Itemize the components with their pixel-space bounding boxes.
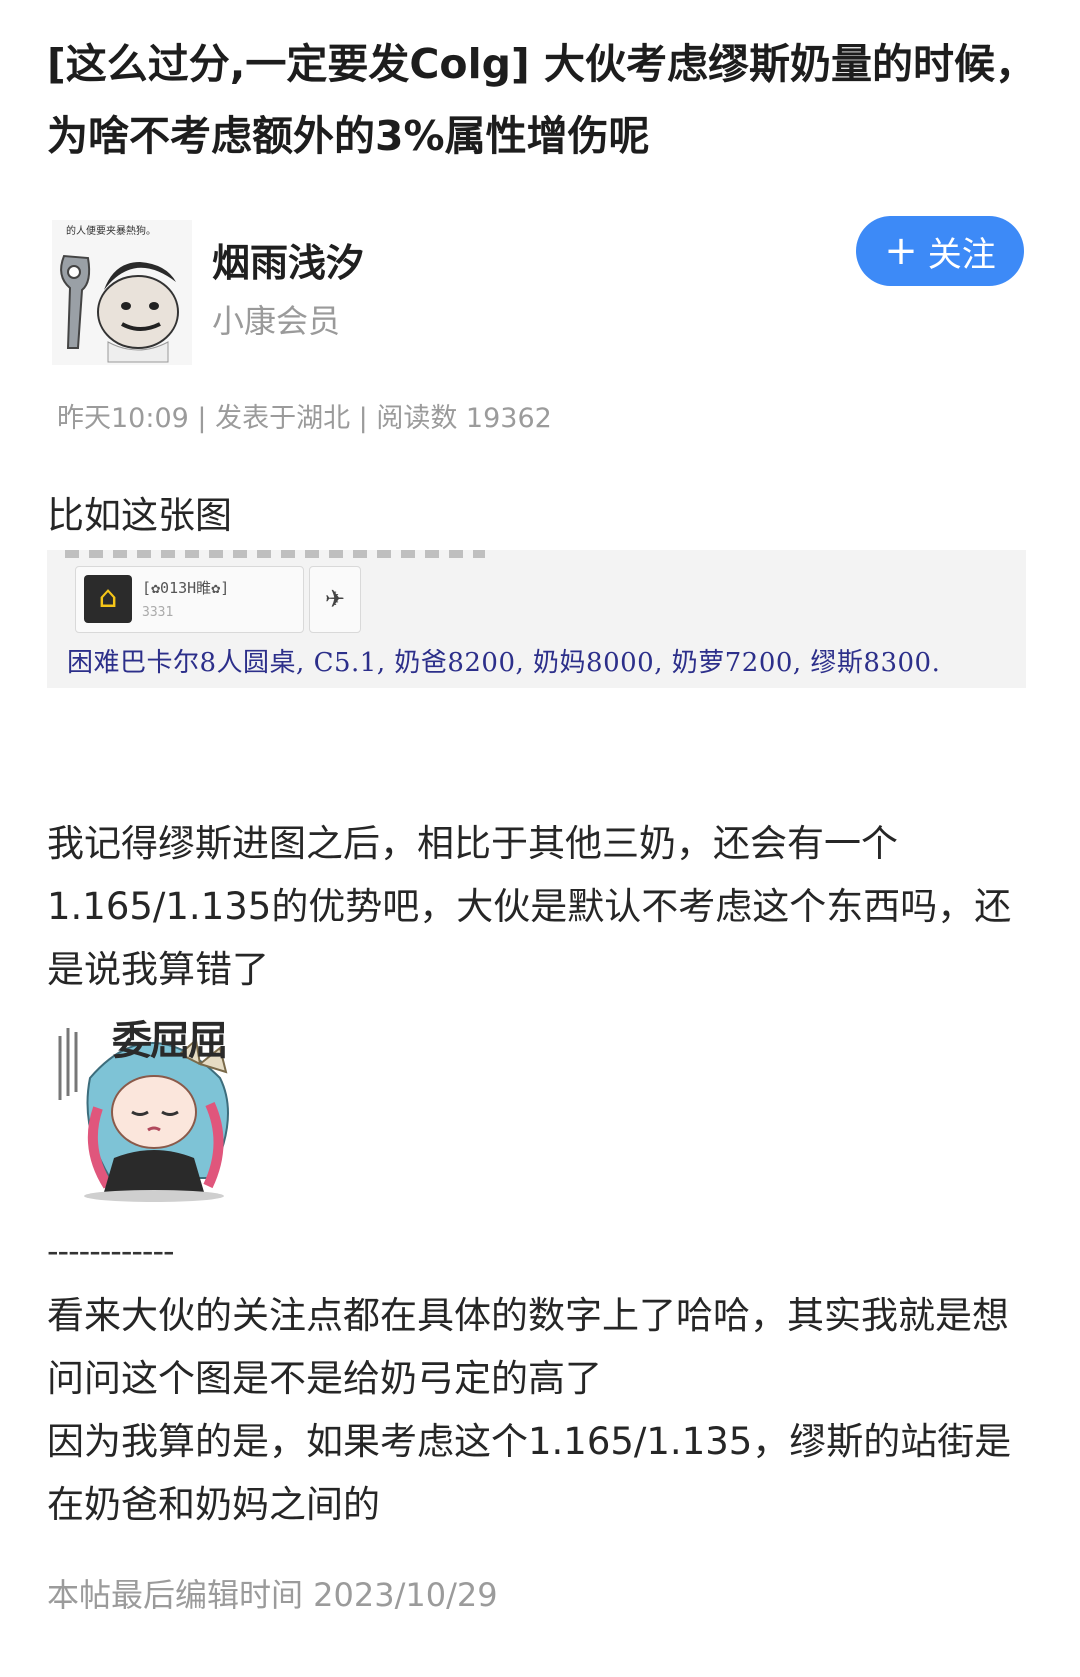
screenshot-cropped-text — [65, 550, 485, 558]
avatar-meme-image: 的人便要夹暴熱狗。 — [52, 220, 192, 365]
last-edit-time: 本帖最后编辑时间 2023/10/29 — [47, 1576, 498, 1614]
post-paragraph-3-line-2: 因为我算的是，如果考虑这个1.165/1.135，缪斯的站街是在奶爸和奶妈之间的 — [47, 1420, 1012, 1526]
house-icon: ⌂ — [98, 580, 118, 615]
follow-label: 关注 — [927, 234, 996, 275]
sticker-caption: 委屈屈 — [112, 1018, 228, 1064]
content-divider: ------------ — [47, 1232, 175, 1270]
screenshot-chip-name: [✿013H睢✿] — [142, 579, 230, 597]
screenshot-game-text: 困难巴卡尔8人圆桌, C5.1, 奶爸8200, 奶妈8000, 奶萝7200,… — [67, 648, 941, 678]
post-title: [这么过分,一定要发Colg] 大伙考虑缪斯奶量的时候，为啥不考虑额外的3%属性… — [47, 40, 1036, 160]
screenshot-player-chip: ⌂ [✿013H睢✿] 3331 — [75, 566, 304, 633]
plus-icon: + — [884, 228, 918, 274]
post-paragraph-2: 我记得缪斯进图之后，相比于其他三奶，还会有一个1.165/1.135的优势吧，大… — [47, 822, 1012, 991]
author-level-badge: 小康会员 — [212, 302, 341, 340]
post-meta: 昨天10:09 | 发表于湖北 | 阅读数 19362 — [57, 403, 552, 434]
avatar-caption: 的人便要夹暴熱狗。 — [66, 224, 156, 237]
author-avatar[interactable]: 的人便要夹暴熱狗。 — [52, 220, 192, 365]
game-screenshot-image[interactable]: ⌂ [✿013H睢✿] 3331 ✈ 困难巴卡尔8人圆桌, C5.1, 奶爸82… — [47, 550, 1026, 688]
post-paragraph-3-line-1: 看来大伙的关注点都在具体的数字上了哈哈，其实我就是想问问这个图是不是给奶弓定的高… — [47, 1294, 1009, 1400]
follow-button[interactable]: + 关注 — [856, 216, 1024, 286]
post-paragraph-3: 看来大伙的关注点都在具体的数字上了哈哈，其实我就是想问问这个图是不是给奶弓定的高… — [47, 1284, 1027, 1536]
plane-icon: ✈ — [309, 566, 361, 633]
screenshot-chip-sub: 3331 — [142, 605, 174, 620]
post-paragraph-1: 比如这张图 — [47, 494, 232, 537]
screenshot-chip-avatar: ⌂ — [84, 575, 132, 623]
sticker-image: 委屈屈 — [50, 1008, 258, 1204]
author-name[interactable]: 烟雨浅汐 — [212, 232, 364, 287]
